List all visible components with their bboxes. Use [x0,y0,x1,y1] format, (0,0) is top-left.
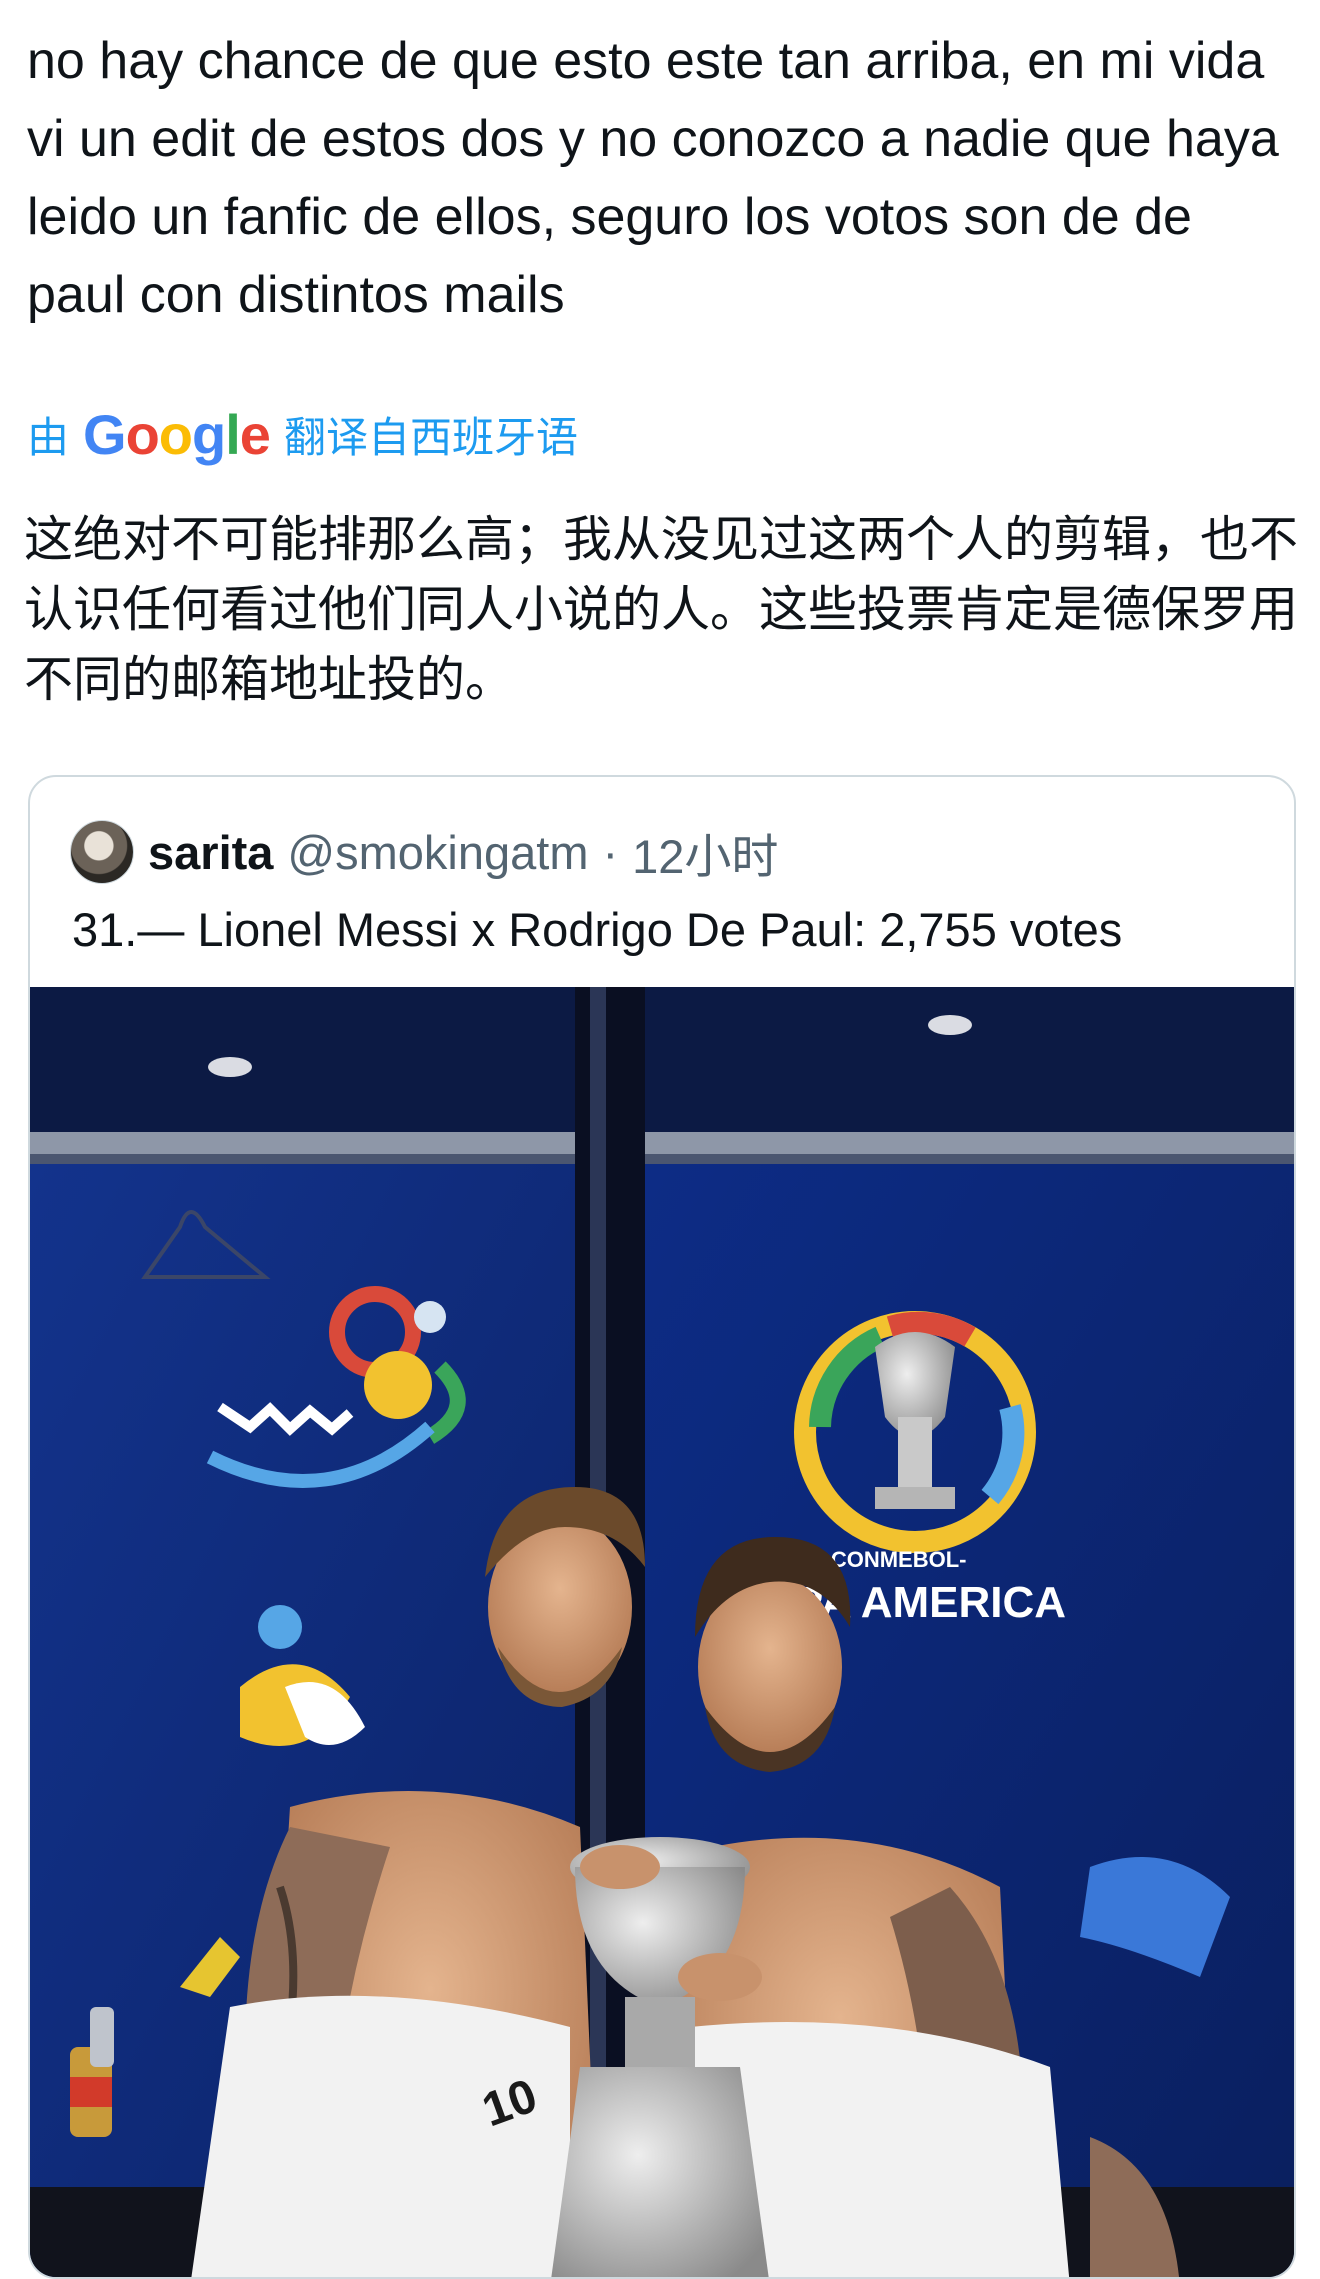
avatar[interactable] [70,820,134,884]
time-separator: · [602,825,619,879]
translation-attribution[interactable]: 由 Google 翻译自西班牙语 [27,402,578,466]
translate-source-language[interactable]: 翻译自西班牙语 [284,404,578,465]
author-name[interactable]: sarita [148,825,273,880]
tweet-text: no hay chance de que esto este tan arrib… [27,32,1279,324]
quoted-tweet-text: 31.— Lionel Messi x Rodrigo De Paul: 2,7… [72,903,1123,956]
translated-text: 这绝对不可能排那么高；我从没见过这两个人的剪辑，也不认识任何看过他们同人小说的人… [24,511,1299,708]
post-time[interactable]: 12小时 [632,818,778,887]
google-logo: Google [83,402,271,466]
quoted-tweet-card[interactable]: sarita @smokingatm · 12小时 31.— Lionel Me… [28,775,1296,2279]
conmebol-label: -CONMEBOL- [824,1547,967,1572]
quoted-tweet-photo[interactable]: -CONMEBOL- PA AMERICA 10 [30,987,1294,2277]
quoted-tweet-header: sarita @smokingatm · 12小时 [70,817,778,887]
author-handle[interactable]: @smokingatm [287,825,588,880]
translate-prefix: 由 [27,413,70,461]
